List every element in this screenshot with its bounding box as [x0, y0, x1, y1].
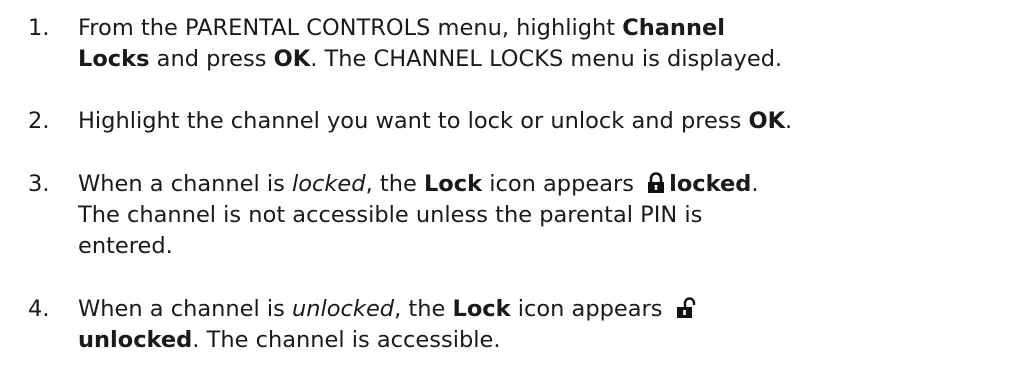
step-number: 2.	[28, 108, 50, 134]
step-text: Highlight the channel you want to lock o…	[78, 108, 793, 134]
step-number: 4.	[28, 296, 50, 322]
locked-padlock-icon	[647, 172, 665, 194]
step-text: When a channel is unlocked, the Lock ico…	[78, 294, 978, 356]
unlocked-padlock-icon	[676, 297, 696, 319]
step-number: 1.	[28, 15, 50, 41]
step-number: 3.	[28, 171, 50, 197]
step-text: When a channel is locked, the Lock icon …	[78, 171, 759, 259]
step-text: From the PARENTAL CONTROLS menu, highlig…	[78, 15, 783, 72]
